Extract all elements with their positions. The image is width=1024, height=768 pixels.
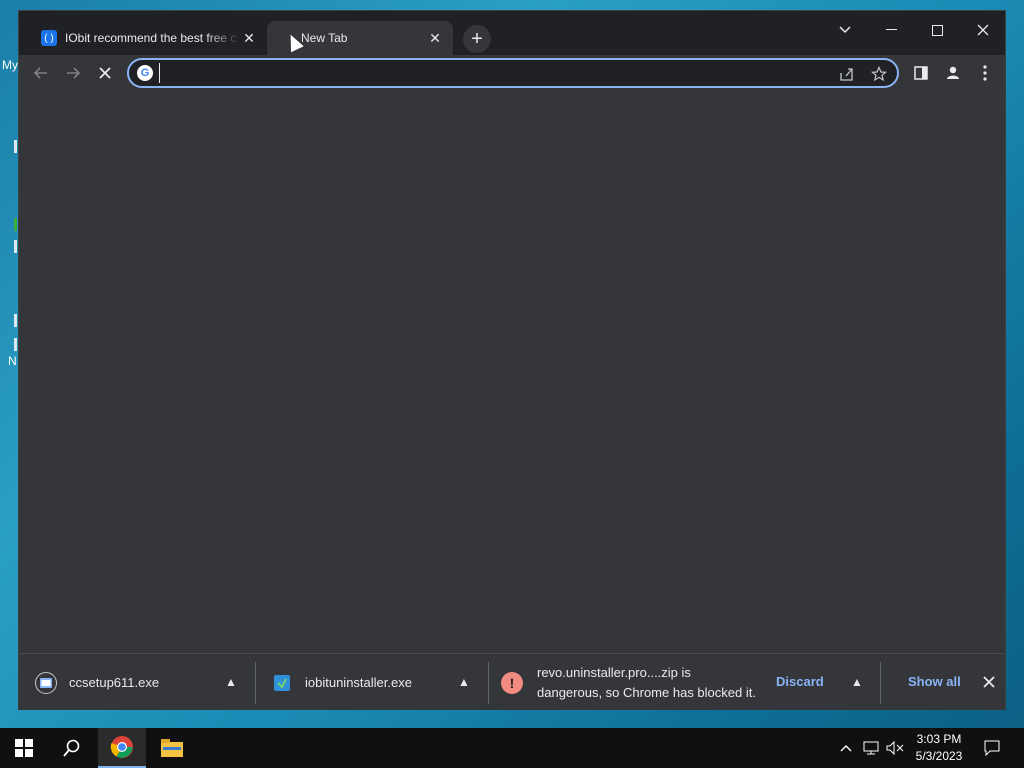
desktop-icon-fragment [14,218,17,231]
clock-date: 5/3/2023 [915,749,963,763]
discard-button[interactable]: Discard [776,674,824,689]
tab-title: New Tab [301,31,348,45]
search-icon[interactable] [48,728,96,768]
tab-strip: ( ) IObit recommend the best free c ✕ Ne… [19,11,1005,55]
tab-search-chevron-icon[interactable] [825,15,865,45]
download-filename: iobituninstaller.exe [305,675,412,690]
minimize-button[interactable] [871,15,911,45]
taskbar: 3:03 PM 5/3/2023 [0,728,1024,768]
desktop-icon-label-fragment: My [2,58,18,72]
page-content-area [19,91,1005,653]
google-icon: G [137,65,153,81]
show-all-button[interactable]: Show all [908,674,961,689]
network-icon[interactable] [860,728,882,768]
download-filename: ccsetup611.exe [69,675,160,690]
clock-time: 3:03 PM [916,732,962,746]
volume-muted-icon[interactable] [884,728,906,768]
maximize-button[interactable] [917,15,957,45]
side-panel-icon[interactable] [907,59,935,87]
warning-line: revo.uninstaller.pro....zip is [537,664,691,680]
stop-loading-icon[interactable] [91,59,119,87]
close-shelf-icon[interactable] [980,673,998,691]
back-arrow-icon[interactable] [27,59,55,87]
more-menu-icon[interactable] [971,59,999,87]
iobit-favicon-icon: ( ) [41,30,57,46]
divider [488,662,489,704]
share-icon[interactable] [837,64,857,84]
desktop-icon-fragment [14,140,17,153]
download-item-iobit[interactable]: iobituninstaller.exe [271,654,412,711]
address-bar[interactable]: G [127,58,899,88]
divider [880,662,881,704]
warning-line: dangerous, so Chrome has blocked it. [537,684,756,700]
blocked-warning-text: revo.uninstaller.pro....zip is dangerous… [537,663,767,703]
chrome-window: ( ) IObit recommend the best free c ✕ Ne… [18,10,1006,710]
desktop-icon-label-fragment: N [8,354,17,368]
close-tab-icon[interactable]: ✕ [241,30,257,47]
chrome-taskbar-icon[interactable] [98,728,146,768]
desktop-icon-fragment [14,240,17,253]
chevron-up-icon[interactable]: ▲ [223,674,239,690]
show-hidden-icons-chevron-icon[interactable] [836,728,856,768]
chevron-up-icon[interactable]: ▲ [849,674,865,690]
tab-iobit[interactable]: ( ) IObit recommend the best free c ✕ [31,21,267,55]
ccleaner-installer-icon [35,671,57,694]
new-tab-button[interactable]: + [463,25,491,53]
desktop-icon-fragment [14,314,17,327]
download-item-ccsetup[interactable]: ccsetup611.exe [35,654,159,711]
browser-toolbar: G [19,55,1005,91]
profile-icon[interactable] [939,59,967,87]
download-item-blocked[interactable]: ! revo.uninstaller.pro....zip is dangero… [501,654,767,711]
forward-arrow-icon[interactable] [59,59,87,87]
desktop-icon-fragment [14,338,17,351]
notification-center-icon[interactable] [980,728,1004,768]
url-input[interactable] [159,63,819,83]
download-shelf: ccsetup611.exe ▲ iobituninstaller.exe ▲ … [19,653,1005,710]
file-explorer-icon[interactable] [148,728,196,768]
windows-start-icon[interactable] [0,728,48,768]
close-tab-icon[interactable]: ✕ [427,30,443,47]
warning-icon: ! [501,671,523,694]
close-window-button[interactable] [963,15,1003,45]
tab-title: IObit recommend the best free c [65,31,237,45]
bookmark-star-icon[interactable] [869,64,889,84]
divider [255,662,256,704]
system-clock[interactable]: 3:03 PM 5/3/2023 [908,731,970,765]
chevron-up-icon[interactable]: ▲ [456,674,472,690]
iobit-installer-icon [271,672,293,694]
